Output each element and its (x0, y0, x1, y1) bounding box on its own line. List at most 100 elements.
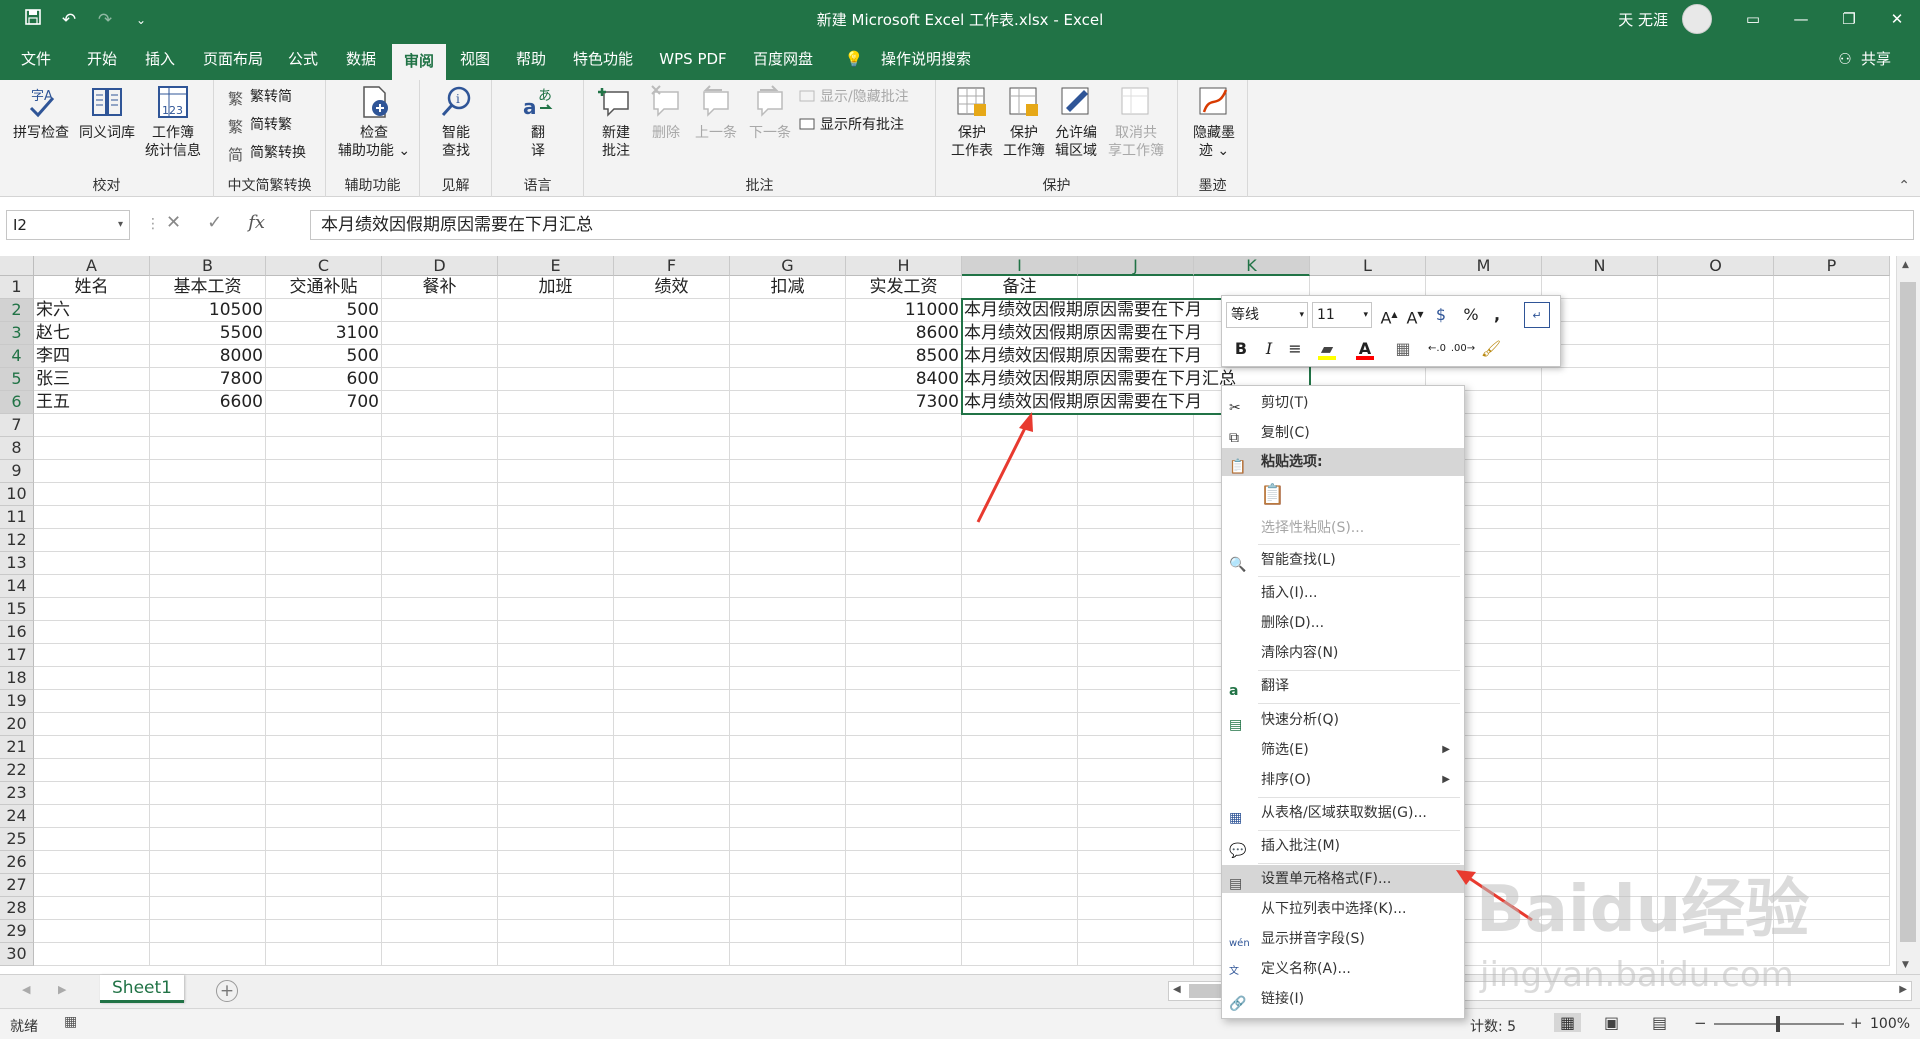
cell[interactable] (1078, 667, 1194, 690)
cell[interactable] (382, 368, 498, 391)
cell[interactable] (614, 529, 730, 552)
cell[interactable] (1078, 782, 1194, 805)
cell[interactable] (846, 851, 962, 874)
cell[interactable] (34, 805, 150, 828)
cell[interactable] (1774, 414, 1890, 437)
cell[interactable] (962, 851, 1078, 874)
cell[interactable] (498, 437, 614, 460)
cell[interactable] (730, 690, 846, 713)
cell[interactable] (1542, 414, 1658, 437)
cell[interactable] (150, 552, 266, 575)
cell[interactable] (498, 713, 614, 736)
cell[interactable] (1774, 276, 1890, 299)
column-header-d[interactable]: D (382, 256, 498, 276)
cell[interactable] (1542, 598, 1658, 621)
cell-net-pay[interactable]: 8400 (846, 368, 962, 391)
column-header-f[interactable]: F (614, 256, 730, 276)
next-comment-button[interactable]: 下一条 (742, 84, 798, 142)
cell[interactable] (1542, 391, 1658, 414)
cell[interactable] (34, 943, 150, 966)
cell[interactable] (1542, 805, 1658, 828)
menu-get-data[interactable]: ▦ 从表格/区域获取数据(G)... (1222, 799, 1464, 827)
menu-insert[interactable]: 插入(I)... (1222, 579, 1464, 607)
cell[interactable] (382, 506, 498, 529)
row-header-18[interactable]: 18 (0, 667, 34, 690)
cell[interactable] (498, 529, 614, 552)
cell[interactable] (614, 920, 730, 943)
cell[interactable] (614, 943, 730, 966)
cell[interactable] (1774, 736, 1890, 759)
cell[interactable] (266, 782, 382, 805)
normal-view-icon[interactable]: ▦ (1554, 1013, 1582, 1032)
row-header-27[interactable]: 27 (0, 874, 34, 897)
header-cell[interactable]: 扣减 (730, 276, 846, 299)
menu-format-cells[interactable]: ▤ 设置单元格格式(F)... (1222, 865, 1464, 893)
cell[interactable] (730, 782, 846, 805)
cell[interactable] (1658, 437, 1774, 460)
menu-cut[interactable]: ✂ 剪切(T) (1222, 389, 1464, 417)
cell-base-salary[interactable]: 8000 (150, 345, 266, 368)
cell[interactable] (34, 920, 150, 943)
cell[interactable] (614, 828, 730, 851)
avatar[interactable] (1682, 4, 1712, 34)
bold-icon[interactable]: B (1228, 336, 1254, 362)
cell[interactable] (266, 506, 382, 529)
cell[interactable] (846, 529, 962, 552)
comma-style-button[interactable]: , (1484, 302, 1510, 328)
header-cell[interactable]: 基本工资 (150, 276, 266, 299)
collapse-ribbon-icon[interactable]: ⌃ (1898, 178, 1910, 194)
cell[interactable] (962, 414, 1078, 437)
paste-option-icon[interactable]: 📋 (1260, 482, 1286, 508)
column-header-c[interactable]: C (266, 256, 382, 276)
row-header-21[interactable]: 21 (0, 736, 34, 759)
cell[interactable] (962, 575, 1078, 598)
italic-icon[interactable]: I (1256, 336, 1282, 362)
cell[interactable] (730, 391, 846, 414)
row-header-25[interactable]: 25 (0, 828, 34, 851)
wrap-text-icon[interactable]: ↵ (1524, 302, 1550, 328)
cell-transport[interactable]: 500 (266, 299, 382, 322)
cell[interactable] (962, 621, 1078, 644)
row-header-23[interactable]: 23 (0, 782, 34, 805)
tab-data[interactable]: 数据 (336, 38, 386, 80)
cell[interactable] (962, 759, 1078, 782)
zoom-out-icon[interactable]: − (1694, 1014, 1707, 1032)
translate-button[interactable]: aあ 翻 译 (510, 84, 566, 160)
cell[interactable] (1078, 897, 1194, 920)
cell[interactable] (614, 322, 730, 345)
cell[interactable] (498, 782, 614, 805)
cell[interactable] (1774, 483, 1890, 506)
cell[interactable] (382, 736, 498, 759)
row-header-12[interactable]: 12 (0, 529, 34, 552)
cell-base-salary[interactable]: 7800 (150, 368, 266, 391)
cell[interactable] (1078, 828, 1194, 851)
cell[interactable] (846, 598, 962, 621)
cell[interactable] (266, 759, 382, 782)
header-cell[interactable]: 实发工资 (846, 276, 962, 299)
cell[interactable] (150, 644, 266, 667)
cell[interactable] (498, 851, 614, 874)
row-header-13[interactable]: 13 (0, 552, 34, 575)
cell[interactable] (962, 690, 1078, 713)
cell[interactable] (1658, 460, 1774, 483)
percent-style-button[interactable]: % (1458, 302, 1484, 328)
row-header-5[interactable]: 5 (0, 368, 34, 391)
protect-workbook-button[interactable]: 保护 工作簿 (998, 84, 1050, 160)
cell[interactable] (846, 713, 962, 736)
cell[interactable] (382, 920, 498, 943)
cell[interactable] (1542, 759, 1658, 782)
cell[interactable] (1774, 345, 1890, 368)
column-header-n[interactable]: N (1542, 256, 1658, 276)
cell[interactable] (730, 920, 846, 943)
cell[interactable] (1542, 552, 1658, 575)
cell[interactable] (382, 667, 498, 690)
cell[interactable] (846, 759, 962, 782)
column-header-g[interactable]: G (730, 256, 846, 276)
share-button[interactable]: 共享 (1856, 38, 1896, 80)
menu-paste-special[interactable]: 选择性粘贴(S)... (1222, 514, 1464, 542)
cell[interactable] (1078, 759, 1194, 782)
cell[interactable] (382, 851, 498, 874)
cell[interactable] (846, 828, 962, 851)
cell[interactable] (498, 575, 614, 598)
workbook-stats-button[interactable]: 123 工作簿 统计信息 (140, 84, 206, 160)
